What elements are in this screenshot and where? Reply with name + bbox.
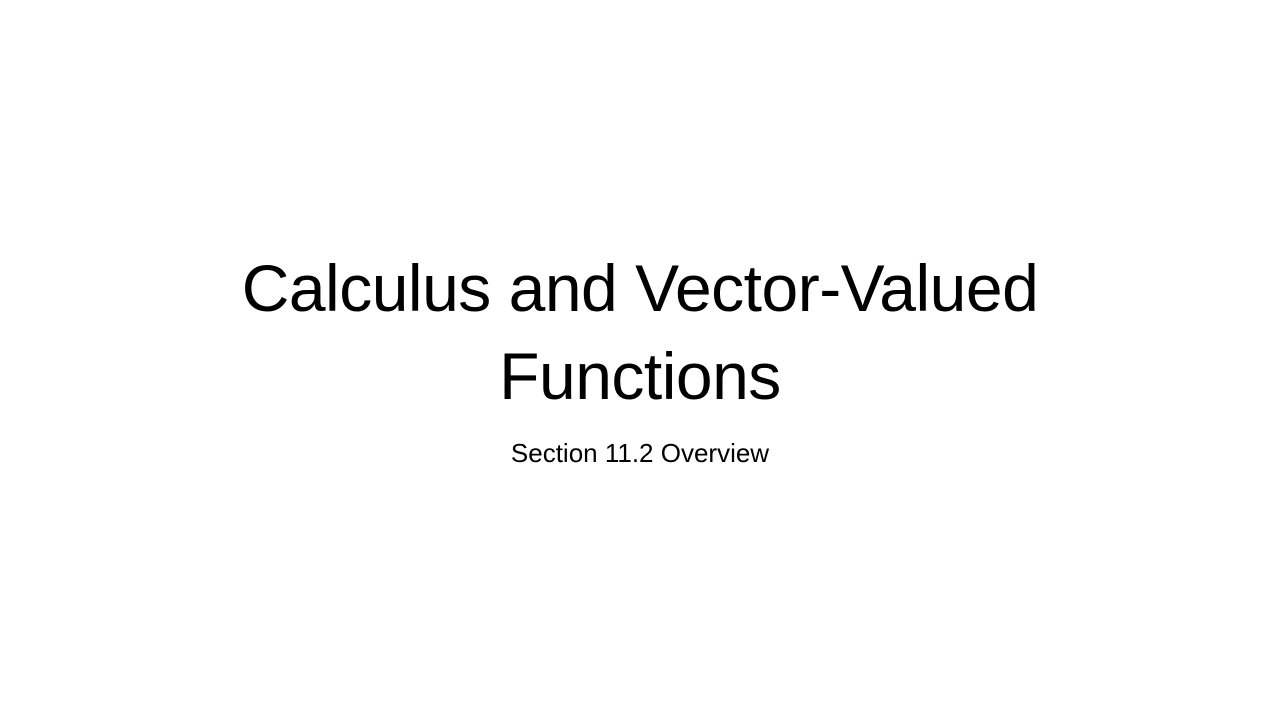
slide-subtitle: Section 11.2 Overview bbox=[510, 438, 770, 468]
slide: Calculus and Vector-Valued Functions Sec… bbox=[0, 0, 1280, 720]
slide-title: Calculus and Vector-Valued Functions bbox=[241, 251, 1039, 413]
